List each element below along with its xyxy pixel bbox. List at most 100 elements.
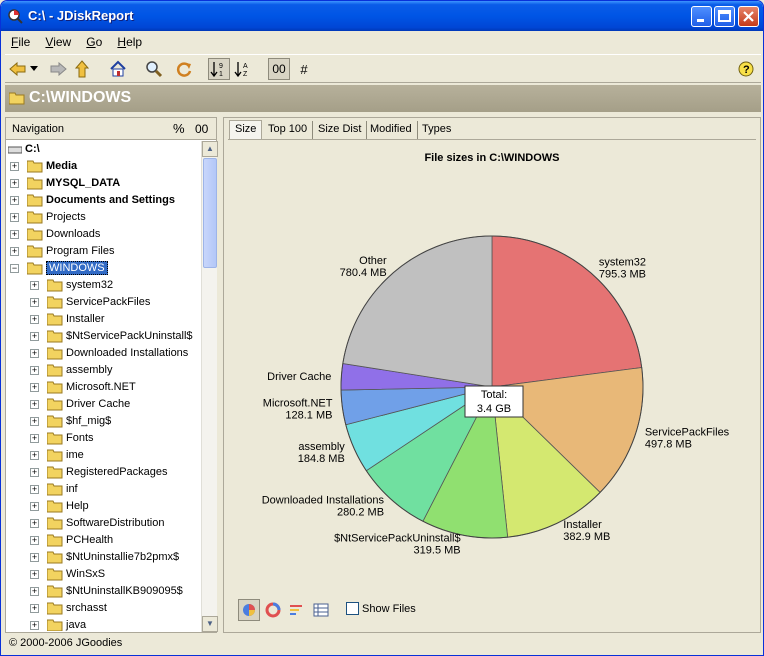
percent-toggle-button[interactable]: % (173, 121, 185, 136)
tree-item[interactable]: + Documents and Settings (6, 192, 201, 209)
ring-view-button[interactable] (262, 599, 284, 621)
expand-toggle-icon[interactable]: + (30, 468, 39, 477)
tree-child-item[interactable]: + $hf_mig$ (6, 413, 201, 430)
tab-size-dist[interactable]: Size Dist (313, 121, 368, 139)
expand-toggle-icon[interactable]: + (30, 570, 39, 579)
menu-file[interactable]: File (5, 32, 36, 49)
home-button[interactable] (107, 58, 129, 80)
file-count-button[interactable]: # (293, 58, 315, 80)
slice-name-label: Microsoft.NET (263, 398, 333, 410)
tree-child-item[interactable]: + Downloaded Installations (6, 345, 201, 362)
bar-view-button[interactable] (286, 599, 308, 621)
close-button[interactable] (738, 6, 759, 27)
expand-toggle-icon[interactable]: + (10, 213, 19, 222)
expand-toggle-icon[interactable]: + (10, 247, 19, 256)
tree-root[interactable]: C:\ (6, 141, 201, 158)
tree-item[interactable]: + MYSQL_DATA (6, 175, 201, 192)
back-history-dropdown[interactable] (28, 58, 40, 80)
tree-child-item[interactable]: + Installer (6, 311, 201, 328)
folder-icon (47, 568, 63, 581)
tab-modified[interactable]: Modified (365, 121, 418, 139)
title-bar[interactable]: C:\ - JDiskReport (1, 1, 763, 31)
up-arrow-icon (75, 60, 89, 78)
expand-toggle-icon[interactable]: + (30, 451, 39, 460)
tree-child-item[interactable]: + srchasst (6, 600, 201, 617)
expand-toggle-icon[interactable]: + (30, 298, 39, 307)
help-button[interactable]: ? (735, 58, 757, 80)
tree-child-item[interactable]: + RegisteredPackages (6, 464, 201, 481)
expand-toggle-icon[interactable]: + (30, 621, 39, 630)
expand-toggle-icon[interactable]: + (30, 400, 39, 409)
tree-child-item[interactable]: + $NtServicePackUninstall$ (6, 328, 201, 345)
tree-item[interactable]: + Media (6, 158, 201, 175)
expand-toggle-icon[interactable]: + (30, 366, 39, 375)
expand-toggle-icon[interactable]: + (30, 434, 39, 443)
menu-go[interactable]: Go (80, 32, 108, 49)
tree-child-item[interactable]: + ServicePackFiles (6, 294, 201, 311)
tree-child-item[interactable]: + assembly (6, 362, 201, 379)
expand-toggle-icon[interactable]: + (30, 553, 39, 562)
expand-toggle-icon[interactable]: − (10, 264, 19, 273)
tree-child-item[interactable]: + Fonts (6, 430, 201, 447)
tree-scrollbar[interactable]: ▲ ▼ (201, 141, 218, 632)
tree-child-item[interactable]: + WinSxS (6, 566, 201, 583)
tab-top-100[interactable]: Top 100 (263, 121, 314, 139)
expand-toggle-icon[interactable]: + (30, 587, 39, 596)
size-units-button[interactable]: 00 (268, 58, 290, 80)
tree-child-item[interactable]: + Microsoft.NET (6, 379, 201, 396)
show-files-toggle[interactable]: Show Files (346, 602, 416, 615)
expand-toggle-icon[interactable]: + (30, 349, 39, 358)
pie-chart[interactable]: system32795.3 MB ServicePackFiles497.8 MB… (228, 140, 756, 595)
tree-item[interactable]: + Projects (6, 209, 201, 226)
expand-toggle-icon[interactable]: + (10, 196, 19, 205)
expand-toggle-icon[interactable]: + (30, 519, 39, 528)
tree-child-item[interactable]: + PCHealth (6, 532, 201, 549)
expand-toggle-icon[interactable]: + (30, 383, 39, 392)
expand-toggle-icon[interactable]: + (30, 281, 39, 290)
tab-size[interactable]: Size (229, 120, 263, 140)
tree-item[interactable]: + Downloads (6, 226, 201, 243)
minimize-button[interactable] (691, 6, 712, 27)
menu-view[interactable]: View (39, 32, 77, 49)
expand-toggle-icon[interactable]: + (30, 536, 39, 545)
tree-item[interactable]: + Program Files (6, 243, 201, 260)
expand-toggle-icon[interactable]: + (30, 417, 39, 426)
sort-by-size-button[interactable]: 91 (208, 58, 230, 80)
scroll-down-button[interactable]: ▼ (202, 616, 218, 632)
show-files-checkbox[interactable] (346, 602, 359, 615)
tree-child-item[interactable]: + inf (6, 481, 201, 498)
expand-toggle-icon[interactable]: + (30, 502, 39, 511)
tree-child-item[interactable]: + Help (6, 498, 201, 515)
expand-toggle-icon[interactable]: + (30, 604, 39, 613)
tab-types[interactable]: Types (417, 121, 456, 139)
refresh-button[interactable] (173, 58, 195, 80)
forward-button[interactable] (47, 58, 69, 80)
tree-child-item[interactable]: + ime (6, 447, 201, 464)
tree-child-item[interactable]: + $NtUninstallKB909095$ (6, 583, 201, 600)
maximize-button[interactable] (714, 6, 735, 27)
expand-toggle-icon[interactable]: + (10, 179, 19, 188)
search-button[interactable] (143, 58, 165, 80)
sort-by-name-button[interactable]: AZ (232, 58, 254, 80)
expand-toggle-icon[interactable]: + (30, 315, 39, 324)
expand-toggle-icon[interactable]: + (30, 332, 39, 341)
close-icon (743, 11, 754, 22)
tree-child-item[interactable]: + SoftwareDistribution (6, 515, 201, 532)
folder-tree[interactable]: C:\ + Media + MYSQL_DATA + Documents and Setti… (6, 141, 201, 631)
tree-item[interactable]: − WINDOWS (6, 260, 201, 277)
back-button[interactable] (7, 58, 29, 80)
tree-child-item[interactable]: + system32 (6, 277, 201, 294)
up-button[interactable] (71, 58, 93, 80)
table-view-button[interactable] (310, 599, 332, 621)
expand-toggle-icon[interactable]: + (10, 230, 19, 239)
tree-child-item[interactable]: + $NtUninstallie7b2pmx$ (6, 549, 201, 566)
expand-toggle-icon[interactable]: + (10, 162, 19, 171)
pie-view-button[interactable] (238, 599, 260, 621)
tree-child-item[interactable]: + java (6, 617, 201, 631)
tree-child-item[interactable]: + Driver Cache (6, 396, 201, 413)
size-toggle-button[interactable]: 00 (195, 122, 208, 136)
scroll-thumb[interactable] (203, 158, 217, 268)
menu-help[interactable]: Help (111, 32, 148, 49)
scroll-up-button[interactable]: ▲ (202, 141, 218, 157)
expand-toggle-icon[interactable]: + (30, 485, 39, 494)
